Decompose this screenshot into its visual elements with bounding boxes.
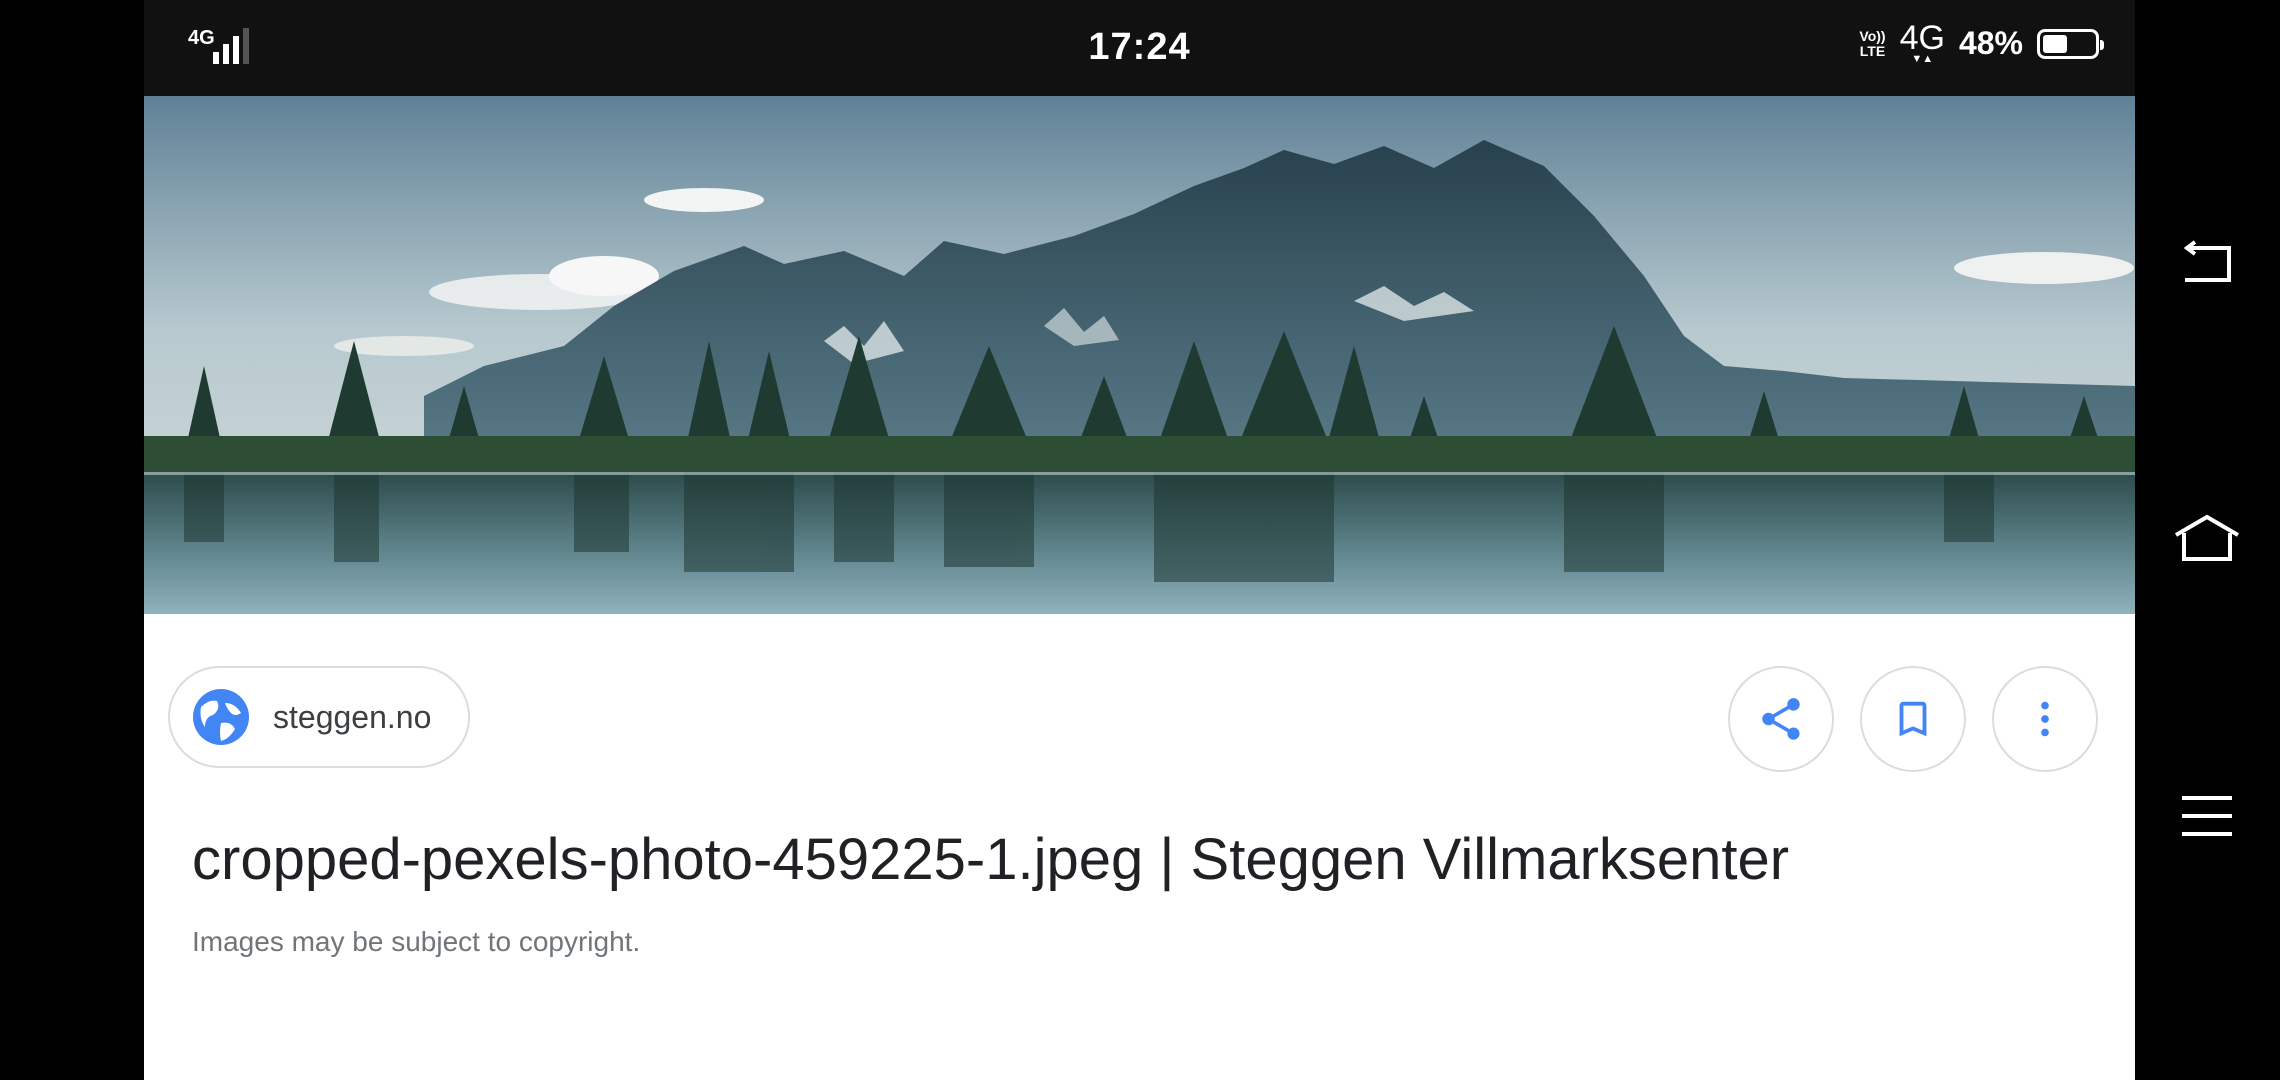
data-activity-icon: ▼▲ bbox=[1911, 53, 1934, 65]
menu-button[interactable] bbox=[2159, 768, 2255, 864]
home-icon bbox=[2174, 514, 2240, 561]
mobile-data-indicator: 4G ▼▲ bbox=[1899, 19, 1945, 65]
share-icon bbox=[1762, 698, 1800, 740]
source-site-name: steggen.no bbox=[273, 698, 432, 735]
network-type-right: 4G bbox=[1899, 19, 1945, 57]
image-viewer-panel: steggen.no cropped-pexels-photo-459225-1… bbox=[144, 96, 2135, 1080]
image-title[interactable]: cropped-pexels-photo-459225-1.jpeg | Ste… bbox=[192, 826, 2092, 893]
volte-bottom-label: LTE bbox=[1859, 42, 1886, 59]
back-icon bbox=[2183, 240, 2231, 282]
navigation-bar bbox=[2135, 0, 2280, 1080]
clock: 17:24 bbox=[1088, 26, 1191, 68]
more-vert-icon bbox=[2041, 701, 2049, 737]
battery-percent: 48% bbox=[1958, 25, 2023, 61]
copyright-notice: Images may be subject to copyright. bbox=[192, 926, 641, 957]
battery-icon bbox=[2037, 28, 2104, 59]
status-bar: 4G 17:24 Vo)) LTE 4G ▼▲ 48% bbox=[144, 0, 2135, 96]
volte-top-label: Vo)) bbox=[1859, 27, 1886, 44]
source-site-chip[interactable]: steggen.no bbox=[168, 666, 470, 768]
home-button[interactable] bbox=[2159, 490, 2255, 586]
back-button[interactable] bbox=[2159, 216, 2255, 312]
menu-icon bbox=[2182, 796, 2232, 836]
globe-icon bbox=[193, 689, 249, 745]
volte-icon: Vo)) LTE bbox=[1859, 27, 1886, 59]
more-options-button[interactable] bbox=[1992, 666, 2098, 772]
share-button[interactable] bbox=[1728, 666, 1834, 772]
status-icons: Vo)) LTE 4G ▼▲ 48% bbox=[1859, 19, 2104, 65]
hero-image[interactable] bbox=[144, 96, 2135, 614]
battery-level-fill bbox=[2043, 34, 2067, 53]
bookmark-icon bbox=[1899, 701, 1927, 737]
bookmark-button[interactable] bbox=[1860, 666, 1966, 772]
